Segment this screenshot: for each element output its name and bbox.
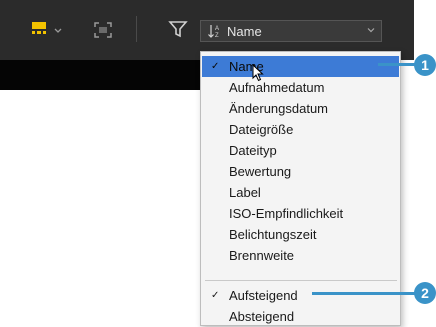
sort-select[interactable]: A Z Name	[200, 20, 382, 42]
menu-item-belichtungszeit[interactable]: Belichtungszeit	[202, 224, 399, 245]
mouse-pointer-icon	[252, 64, 264, 82]
expand-icon	[94, 22, 112, 38]
callout-line-2	[312, 292, 418, 295]
menu-item-label: Aufnahmedatum	[229, 80, 325, 95]
menu-item-label: Dateityp	[229, 143, 277, 158]
menu-item-label: Dateigröße	[229, 122, 294, 137]
svg-text:Z: Z	[215, 33, 219, 38]
menu-item-dateityp[interactable]: Dateityp	[202, 140, 399, 161]
grid-layout-icon	[32, 22, 62, 34]
filter-button[interactable]	[168, 18, 188, 40]
toolbar-lower-band	[0, 60, 221, 90]
callout-badge-2: 2	[414, 282, 436, 304]
menu-item-label: Aufsteigend	[229, 288, 298, 303]
menu-item-dateigroesse[interactable]: Dateigröße	[202, 119, 399, 140]
menu-item-name[interactable]: ✓ Name	[202, 56, 399, 77]
menu-item-label: Bewertung	[229, 164, 292, 179]
sort-select-value: Name	[227, 23, 262, 39]
chevron-down-icon	[367, 28, 375, 33]
check-icon: ✓	[211, 290, 220, 301]
menu-item-aufsteigend[interactable]: ✓ Aufsteigend	[202, 285, 399, 306]
menu-item-label: ISO-Empfindlichkeit	[229, 206, 344, 221]
menu-item-iso[interactable]: ISO-Empfindlichkeit	[202, 203, 399, 224]
fullscreen-button[interactable]	[92, 20, 114, 40]
callout-badge-1: 1	[414, 54, 436, 76]
menu-item-label: Label	[229, 185, 261, 200]
sort-az-icon: A Z	[208, 25, 219, 38]
layout-button[interactable]	[30, 20, 66, 40]
menu-item-absteigend[interactable]: Absteigend	[202, 306, 399, 327]
menu-item-label-field[interactable]: Label	[202, 182, 399, 203]
menu-item-label: Absteigend	[229, 309, 295, 324]
menu-item-bewertung[interactable]: Bewertung	[202, 161, 399, 182]
menu-item-brennweite[interactable]: Brennweite	[202, 245, 399, 266]
svg-text:A: A	[215, 26, 219, 32]
menu-item-label: Belichtungszeit	[229, 227, 317, 242]
menu-item-aufnahmedatum[interactable]: Aufnahmedatum	[202, 77, 399, 98]
filter-icon	[168, 21, 188, 38]
sort-dropdown-menu: ✓ Name Aufnahmedatum Änderungsdatum Date…	[200, 51, 401, 326]
menu-item-label: Brennweite	[229, 248, 295, 263]
callout-line-1	[378, 63, 418, 66]
menu-item-aenderungsdatum[interactable]: Änderungsdatum	[202, 98, 399, 119]
menu-separator	[205, 280, 397, 281]
toolbar-divider	[136, 16, 137, 42]
check-icon: ✓	[211, 61, 220, 72]
menu-item-label: Änderungsdatum	[229, 101, 329, 116]
